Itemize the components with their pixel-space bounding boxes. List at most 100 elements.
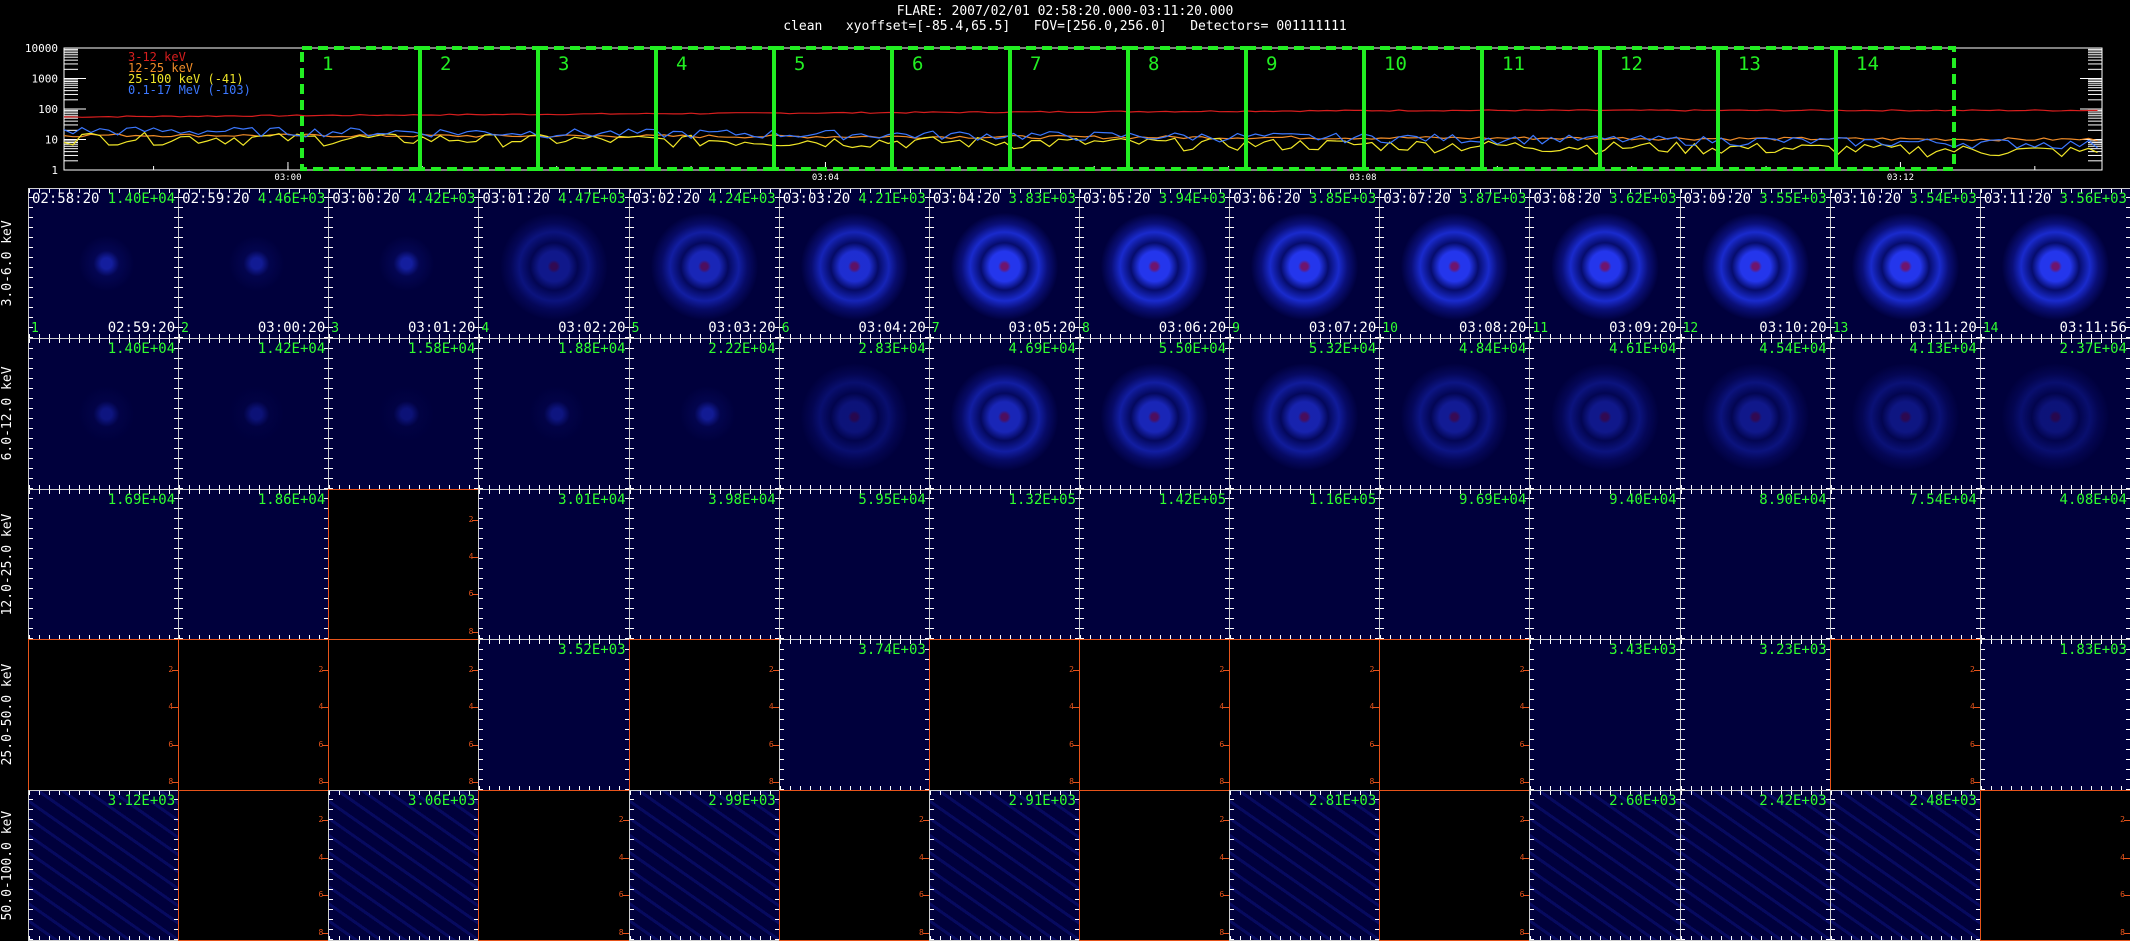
blank-axis-tick-label: 2 xyxy=(919,815,924,825)
image-panel[interactable]: 03:01:20 03:02:20 4 4.47E+03 xyxy=(478,188,630,340)
empty-image-panel[interactable]: 2 4 6 8 xyxy=(778,789,930,941)
legend-entry: 0.1-17 MeV (-103) xyxy=(128,83,251,97)
image-panel[interactable]: 03:10:20 03:11:20 13 3.54E+03 xyxy=(1829,188,1981,340)
image-panel[interactable]: 1.42E+05 xyxy=(1079,488,1231,641)
image-panel[interactable]: 3.74E+03 xyxy=(778,639,930,791)
empty-image-panel[interactable]: 2 4 6 8 xyxy=(328,488,480,641)
image-panel[interactable]: 4.84E+04 xyxy=(1379,338,1531,490)
source-emission xyxy=(1681,490,1830,639)
image-panel[interactable]: 2.42E+03 xyxy=(1679,789,1831,941)
image-panel[interactable]: 9.69E+04 xyxy=(1379,488,1531,641)
max-value-label: 2.99E+03 xyxy=(708,792,776,809)
image-panel[interactable]: 4.08E+04 xyxy=(1979,488,2130,641)
image-panel[interactable]: 2.48E+03 xyxy=(1829,789,1981,941)
interval-label-11: 11 xyxy=(1502,53,1525,75)
image-panel[interactable]: 02:58:20 02:59:20 1 1.40E+04 xyxy=(28,188,180,340)
empty-image-panel[interactable]: 2 4 6 8 xyxy=(28,639,180,791)
image-panel[interactable]: 1.86E+04 xyxy=(178,488,330,641)
panel-edge-ticks xyxy=(1230,489,1235,640)
image-panel[interactable]: 5.32E+04 xyxy=(1229,338,1381,490)
empty-image-panel[interactable]: 2 4 6 8 xyxy=(928,639,1080,791)
empty-image-panel[interactable]: 2 4 6 8 xyxy=(178,639,330,791)
image-panel[interactable]: 03:05:20 03:06:20 8 3.94E+03 xyxy=(1079,188,1231,340)
empty-image-panel[interactable]: 2 4 6 8 xyxy=(328,639,480,791)
image-panel[interactable]: 03:00:20 03:01:20 3 4.42E+03 xyxy=(328,188,480,340)
image-panel[interactable]: 1.58E+04 xyxy=(328,338,480,490)
interval-index-label: 1 xyxy=(31,321,39,337)
image-panel[interactable]: 03:04:20 03:05:20 7 3.83E+03 xyxy=(928,188,1080,340)
image-panel[interactable]: 4.61E+04 xyxy=(1529,338,1681,490)
empty-image-panel[interactable]: 2 4 6 8 xyxy=(628,639,780,791)
image-panel[interactable]: 03:06:20 03:07:20 9 3.85E+03 xyxy=(1229,188,1381,340)
max-value-label: 1.40E+04 xyxy=(107,341,176,358)
image-panel[interactable]: 1.32E+05 xyxy=(928,488,1080,641)
image-panel[interactable]: 1.88E+04 xyxy=(478,338,630,490)
source-emission xyxy=(1680,339,1830,489)
panel-edge-ticks xyxy=(779,339,784,489)
image-panel[interactable]: 03:09:20 03:10:20 12 3.55E+03 xyxy=(1679,188,1831,340)
empty-image-panel[interactable]: 2 4 6 8 xyxy=(1979,789,2130,941)
image-panel[interactable]: 7.54E+04 xyxy=(1829,488,1981,641)
empty-image-panel[interactable]: 2 4 6 8 xyxy=(1229,639,1381,791)
empty-image-panel[interactable]: 2 4 6 8 xyxy=(1079,639,1231,791)
image-panel[interactable]: 2.99E+03 xyxy=(628,789,780,941)
image-panel[interactable]: 2.37E+04 xyxy=(1979,338,2130,490)
image-panel[interactable]: 03:08:20 03:09:20 11 3.62E+03 xyxy=(1529,188,1681,340)
empty-image-panel[interactable]: 2 4 6 8 xyxy=(178,789,330,941)
panel-edge-ticks xyxy=(1680,189,1685,339)
image-panel[interactable]: 1.40E+04 xyxy=(28,338,180,490)
image-panel[interactable]: 4.69E+04 xyxy=(928,338,1080,490)
energy-band-label: 12.0-25.0 keV xyxy=(0,513,15,615)
image-panel[interactable]: 5.50E+04 xyxy=(1079,338,1231,490)
source-emission xyxy=(29,490,178,639)
empty-image-panel[interactable]: 2 4 6 8 xyxy=(1079,789,1231,941)
empty-image-panel[interactable]: 2 4 6 8 xyxy=(1379,789,1531,941)
image-panel[interactable]: 9.40E+04 xyxy=(1529,488,1681,641)
interval-index-label: 14 xyxy=(1982,321,1999,337)
image-panel[interactable]: 03:03:20 03:04:20 6 4.21E+03 xyxy=(778,188,930,340)
image-panel[interactable]: 1.42E+04 xyxy=(178,338,330,490)
image-panel[interactable]: 2.22E+04 xyxy=(628,338,780,490)
image-panel[interactable]: 3.98E+04 xyxy=(628,488,780,641)
end-time-label: 03:09:20 xyxy=(1609,320,1677,337)
max-value-label: 4.84E+04 xyxy=(1458,341,1527,358)
image-panel[interactable]: 3.12E+03 xyxy=(28,789,180,941)
source-emission xyxy=(929,189,1079,339)
image-panel[interactable]: 3.43E+03 xyxy=(1529,639,1681,791)
image-panel[interactable]: 8.90E+04 xyxy=(1679,488,1831,641)
image-panel[interactable]: 2.60E+03 xyxy=(1529,789,1681,941)
panel-edge-ticks xyxy=(1530,935,1680,940)
image-panel[interactable]: 2.91E+03 xyxy=(928,789,1080,941)
image-panel[interactable]: 5.95E+04 xyxy=(778,488,930,641)
empty-image-panel[interactable]: 2 4 6 8 xyxy=(1379,639,1531,791)
image-panel[interactable]: 3.52E+03 xyxy=(478,639,630,791)
image-panel[interactable]: 3.06E+03 xyxy=(328,789,480,941)
start-time-label: 03:09:20 xyxy=(1683,191,1751,207)
empty-image-panel[interactable]: 2 4 6 8 xyxy=(1829,639,1981,791)
image-panel[interactable]: 2.83E+04 xyxy=(778,338,930,490)
image-panel[interactable]: 1.83E+03 xyxy=(1979,639,2130,791)
panel-edge-ticks xyxy=(1680,935,1830,940)
blank-axis-tick-label: 4 xyxy=(1519,852,1525,862)
blank-axis-tick-label: 4 xyxy=(318,852,324,862)
empty-image-panel[interactable]: 2 4 6 8 xyxy=(478,789,630,941)
max-value-label: 7.54E+04 xyxy=(1909,491,1977,508)
image-panel[interactable]: 1.16E+05 xyxy=(1229,488,1381,641)
image-panel[interactable]: 02:59:20 03:00:20 2 4.46E+03 xyxy=(178,188,330,340)
end-time-label: 03:03:20 xyxy=(708,320,776,337)
image-panel[interactable]: 03:02:20 03:03:20 5 4.24E+03 xyxy=(628,188,780,340)
blank-axis-tick-label: 2 xyxy=(1069,665,1074,675)
image-panel[interactable]: 4.54E+04 xyxy=(1679,338,1831,490)
image-panel[interactable]: 2.81E+03 xyxy=(1229,789,1381,941)
image-panel[interactable]: 03:07:20 03:08:20 10 3.87E+03 xyxy=(1379,188,1531,340)
image-panel[interactable]: 3.23E+03 xyxy=(1679,639,1831,791)
image-panel[interactable]: 03:11:20 03:11:56 14 3.56E+03 xyxy=(1979,188,2130,340)
end-time-label: 02:59:20 xyxy=(107,320,176,337)
image-panel[interactable]: 3.01E+04 xyxy=(478,488,630,641)
end-time-label: 03:05:20 xyxy=(1008,320,1076,337)
image-panel[interactable]: 4.13E+04 xyxy=(1829,338,1981,490)
panel-edge-ticks xyxy=(1980,489,1985,640)
image-panel[interactable]: 1.69E+04 xyxy=(28,488,180,641)
start-time-label: 03:10:20 xyxy=(1833,191,1902,207)
interval-label-1: 1 xyxy=(322,53,333,75)
